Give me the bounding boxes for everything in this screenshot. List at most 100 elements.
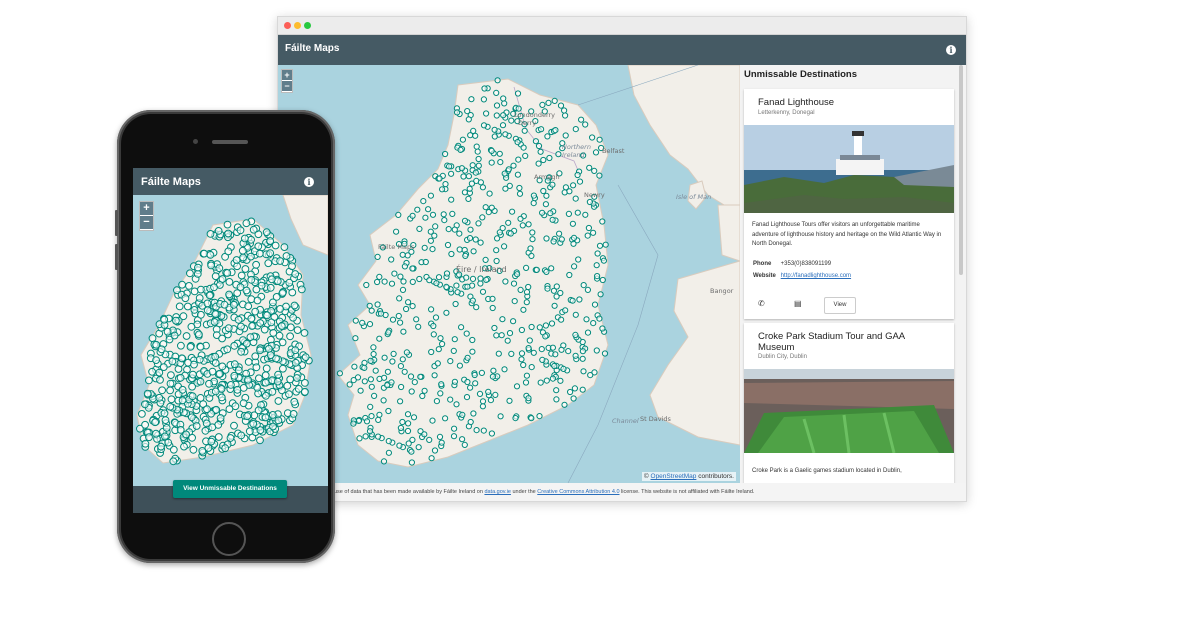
map-marker[interactable] (502, 185, 509, 192)
map-marker[interactable] (182, 332, 191, 340)
website-link[interactable]: http://fanadlighthouse.com (781, 273, 851, 279)
map-marker[interactable] (465, 116, 472, 123)
map-marker[interactable] (178, 354, 186, 363)
map-marker[interactable] (572, 352, 579, 359)
map-marker[interactable] (195, 330, 203, 339)
map-marker[interactable] (461, 441, 468, 448)
map-marker[interactable] (223, 269, 232, 277)
map-marker[interactable] (542, 201, 549, 208)
map-marker[interactable] (166, 386, 174, 395)
map-marker[interactable] (426, 277, 433, 284)
map-marker[interactable] (262, 364, 271, 373)
map-marker[interactable] (468, 96, 475, 103)
map-marker[interactable] (217, 393, 226, 402)
map-marker[interactable] (197, 285, 205, 294)
map-marker[interactable] (237, 431, 246, 440)
map-marker[interactable] (189, 445, 198, 454)
map-marker[interactable] (189, 370, 197, 379)
map-marker[interactable] (590, 320, 597, 327)
map-marker[interactable] (571, 385, 578, 392)
zoom-in-button[interactable]: + (282, 70, 292, 81)
map-marker[interactable] (574, 171, 581, 179)
map-marker[interactable] (539, 356, 546, 363)
map-marker[interactable] (148, 367, 157, 376)
map-marker[interactable] (522, 379, 530, 386)
map-marker[interactable] (225, 278, 234, 286)
map-marker[interactable] (274, 370, 283, 379)
map-marker[interactable] (515, 156, 522, 163)
map-marker[interactable] (599, 276, 606, 284)
map-marker[interactable] (176, 426, 185, 434)
license-link[interactable]: Creative Commons Attribution 4.0 (537, 489, 619, 495)
map-marker[interactable] (451, 378, 458, 385)
map-marker[interactable] (602, 241, 609, 248)
map-marker[interactable] (459, 436, 466, 443)
map-marker[interactable] (385, 449, 393, 456)
map-marker[interactable] (434, 360, 441, 367)
map-marker[interactable] (431, 372, 438, 379)
map-marker[interactable] (384, 368, 392, 375)
map-marker[interactable] (590, 229, 597, 236)
map-marker[interactable] (513, 383, 521, 390)
map-marker[interactable] (156, 376, 164, 384)
destination-card[interactable]: Fanad Lighthouse Letterkenny, Donegal Fa… (744, 89, 954, 319)
map-marker[interactable] (451, 336, 458, 343)
map-marker[interactable] (435, 274, 443, 281)
map-marker[interactable] (464, 108, 471, 115)
map-marker[interactable] (565, 210, 572, 217)
map-marker[interactable] (582, 121, 589, 128)
map-marker[interactable] (561, 401, 568, 408)
map-marker[interactable] (187, 322, 196, 331)
map-marker[interactable] (494, 77, 501, 84)
map-marker[interactable] (586, 164, 593, 171)
map-marker[interactable] (161, 432, 169, 441)
map-marker[interactable] (266, 351, 275, 360)
map-marker[interactable] (227, 381, 235, 389)
map-marker[interactable] (525, 283, 532, 291)
map-marker[interactable] (523, 264, 530, 271)
map-marker[interactable] (289, 410, 298, 418)
map-marker[interactable] (239, 399, 248, 408)
map-marker[interactable] (583, 316, 590, 323)
map-marker[interactable] (428, 455, 435, 462)
map-marker[interactable] (458, 324, 465, 331)
map-marker[interactable] (526, 337, 533, 344)
map-marker[interactable] (179, 312, 188, 321)
map-marker[interactable] (574, 209, 581, 216)
map-marker[interactable] (537, 148, 544, 155)
map-marker[interactable] (160, 315, 169, 324)
map-marker[interactable] (408, 459, 415, 466)
map-marker[interactable] (385, 329, 392, 336)
map-marker[interactable] (491, 133, 498, 140)
mobile-info-icon[interactable]: i (304, 177, 314, 187)
mobile-zoom-in-button[interactable]: + (140, 202, 153, 216)
zoom-out-button[interactable]: − (282, 81, 292, 92)
map-marker[interactable] (425, 206, 432, 213)
map-marker[interactable] (443, 283, 450, 290)
map-marker[interactable] (417, 373, 424, 380)
map-marker[interactable] (420, 198, 427, 205)
map-marker[interactable] (570, 182, 577, 189)
map-marker[interactable] (242, 339, 251, 348)
map-marker[interactable] (437, 390, 444, 397)
map-marker[interactable] (188, 382, 196, 391)
map-marker[interactable] (137, 410, 146, 418)
map-marker[interactable] (427, 237, 434, 244)
map-marker[interactable] (352, 335, 359, 342)
map-marker[interactable] (155, 393, 164, 402)
map-marker[interactable] (175, 302, 184, 311)
map-marker[interactable] (397, 363, 405, 370)
mobile-zoom-out-button[interactable]: − (140, 216, 153, 230)
map-marker[interactable] (479, 184, 486, 191)
map-marker[interactable] (470, 248, 477, 255)
map-marker[interactable] (429, 246, 436, 253)
map-marker[interactable] (371, 392, 378, 399)
map-marker[interactable] (223, 345, 232, 354)
map-marker[interactable] (245, 427, 254, 436)
map-marker[interactable] (589, 134, 596, 141)
map-marker[interactable] (381, 374, 388, 381)
map-marker[interactable] (188, 392, 197, 401)
map-marker[interactable] (495, 350, 502, 357)
map-marker[interactable] (512, 415, 519, 422)
map-marker[interactable] (381, 354, 388, 361)
